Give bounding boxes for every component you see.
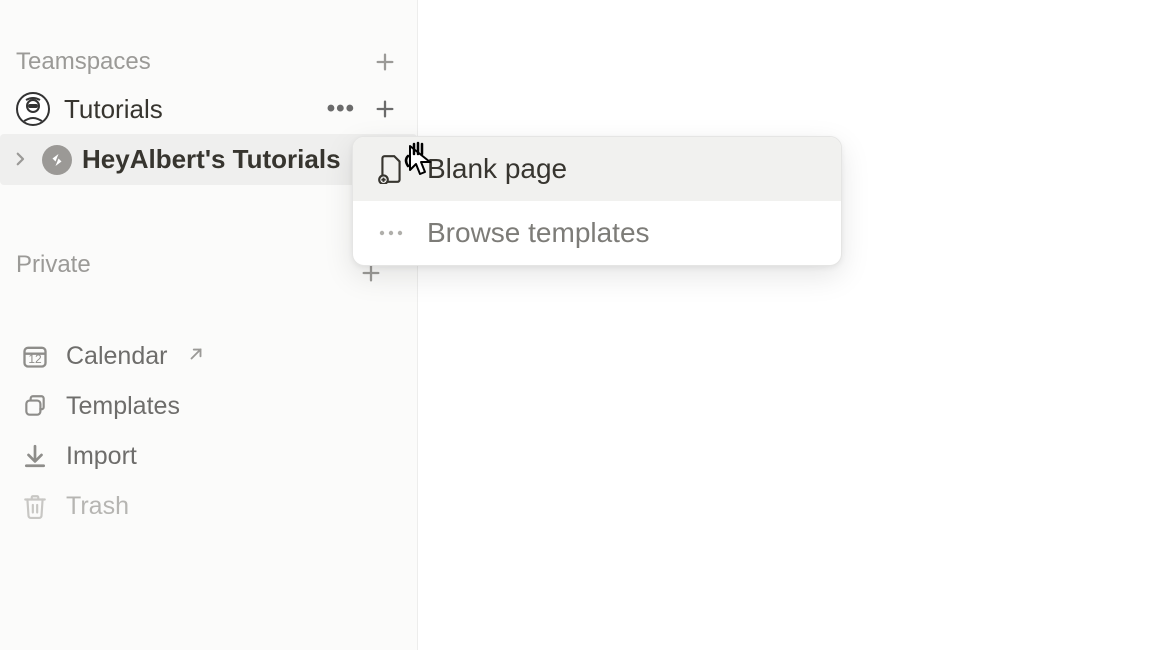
private-label: Private [16,251,91,278]
import-label: Import [66,442,137,471]
chevron-right-icon[interactable] [8,144,32,175]
workspace-add-button[interactable] [369,93,401,125]
compass-icon [42,145,72,175]
sidebar-item-templates[interactable]: Templates [0,381,417,431]
workspace-more-button[interactable]: ••• [327,95,355,123]
add-page-button[interactable] [360,262,382,289]
templates-label: Templates [66,392,180,421]
calendar-label: Calendar [66,342,167,371]
workspace-avatar-icon [16,92,50,126]
sidebar-bottom-list: 12 Calendar Templates Import Trash [0,331,417,531]
sidebar-item-trash[interactable]: Trash [0,481,417,531]
blank-page-icon [375,153,407,185]
page-name: HeyAlbert's Tutorials [82,144,341,175]
popup-item-blank-page[interactable]: Blank page [353,137,841,201]
popup-blank-label: Blank page [427,153,567,185]
popup-item-browse-templates[interactable]: Browse templates [353,201,841,265]
sidebar-item-import[interactable]: Import [0,431,417,481]
calendar-icon: 12 [20,341,50,371]
add-teamspace-button[interactable] [369,46,401,78]
teamspaces-header[interactable]: Teamspaces [0,40,417,84]
popup-browse-label: Browse templates [427,217,650,249]
new-page-popup: Blank page Browse templates [352,136,842,266]
sidebar: Teamspaces Tutorials ••• Hey [0,0,418,650]
trash-label: Trash [66,492,129,521]
workspace-name: Tutorials [64,94,163,125]
sidebar-item-calendar[interactable]: 12 Calendar [0,331,417,381]
external-link-icon [187,343,205,369]
workspace-row-tutorials[interactable]: Tutorials ••• [0,84,417,134]
teamspaces-label: Teamspaces [16,48,151,76]
trash-icon [20,491,50,521]
plus-icon [374,51,396,73]
import-icon [20,441,50,471]
more-horizontal-icon [375,217,407,249]
templates-icon [20,391,50,421]
calendar-day: 12 [28,352,41,366]
plus-icon [374,98,396,120]
